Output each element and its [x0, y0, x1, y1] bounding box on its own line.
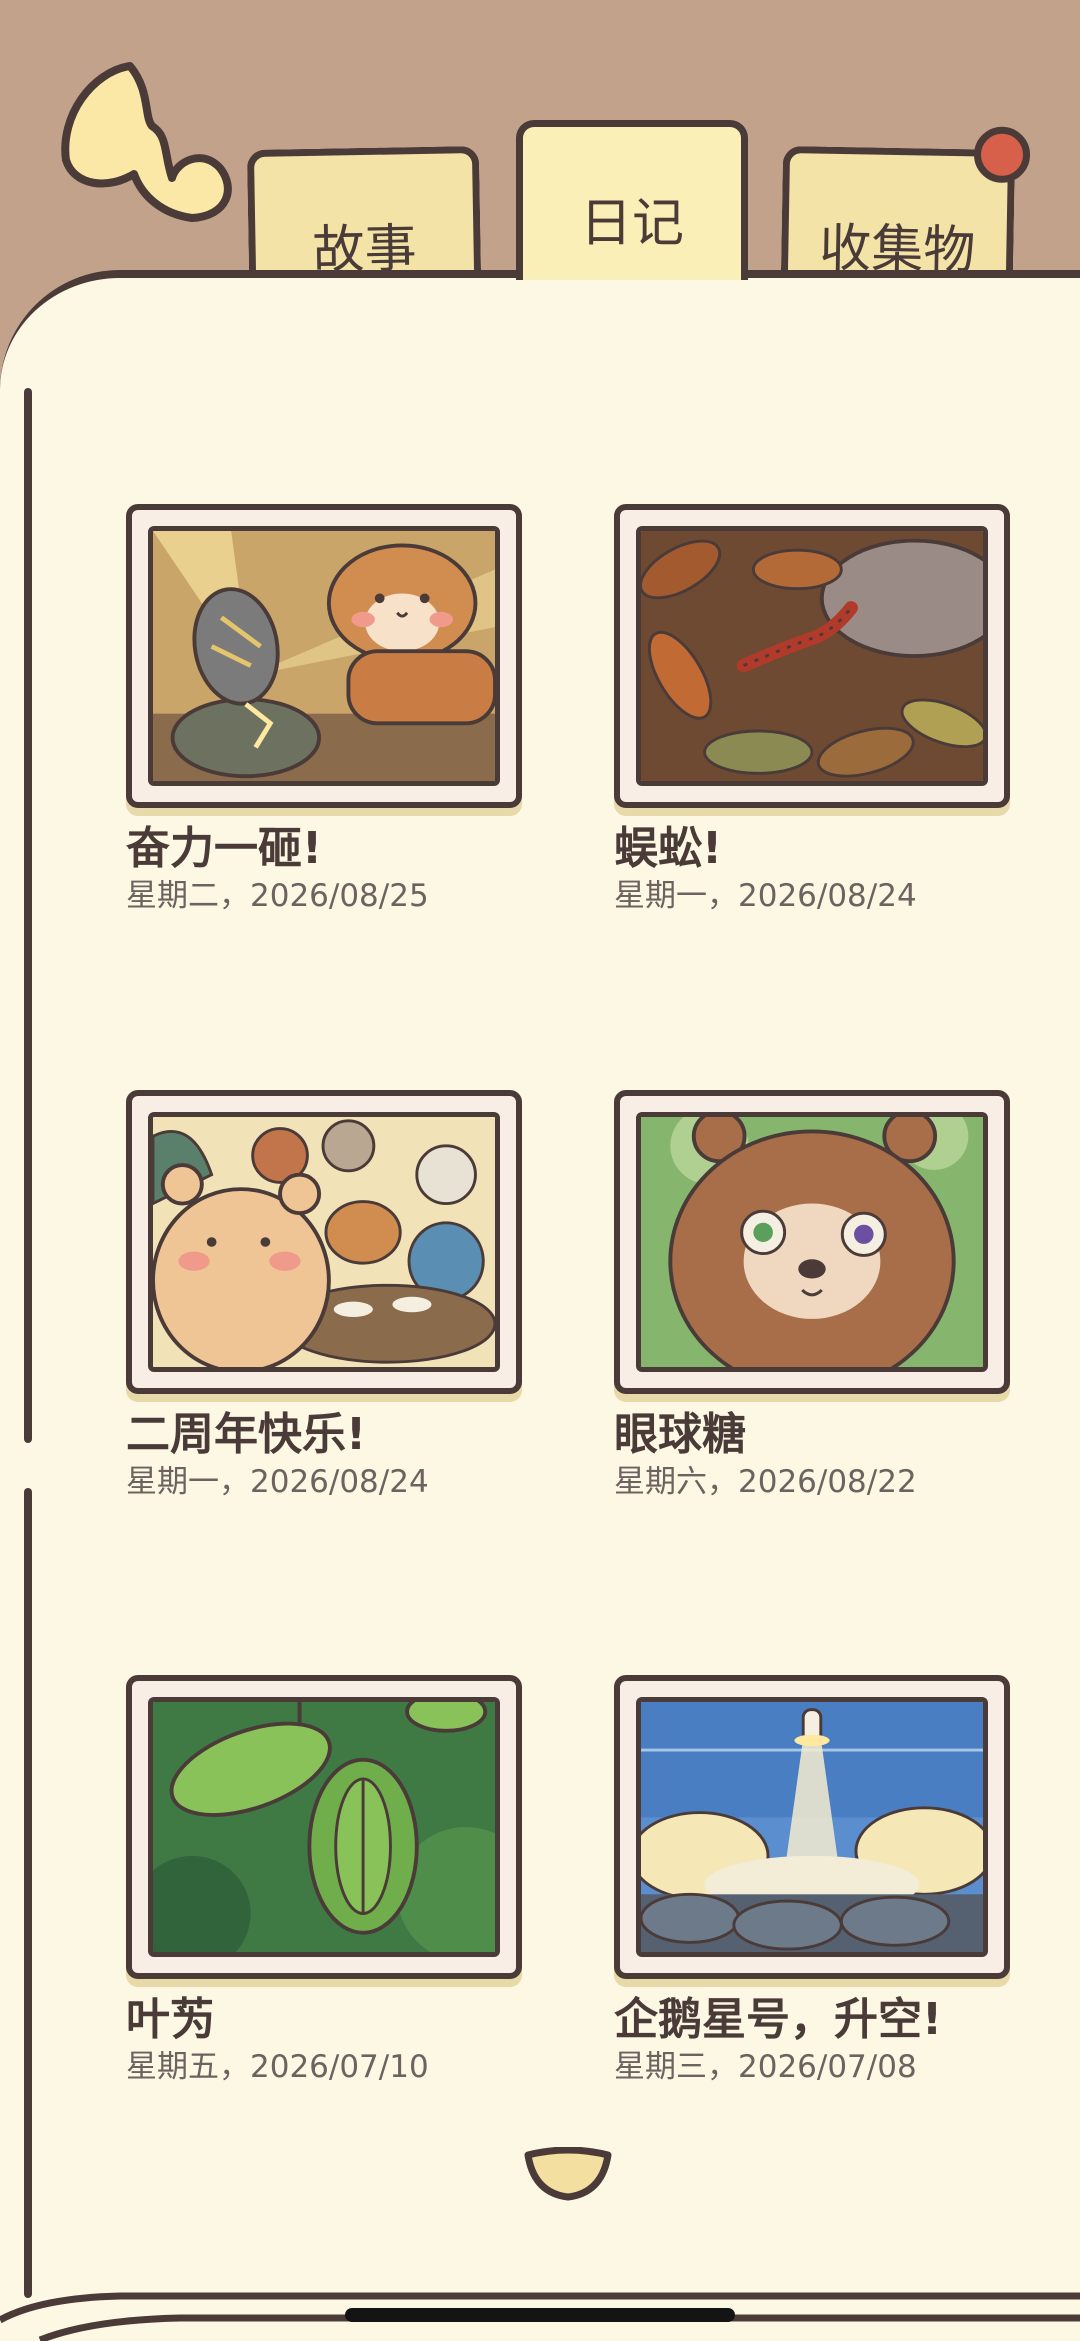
- entry-date: 星期三，2026/07/08: [614, 2049, 917, 2085]
- diary-entry[interactable]: 眼球糖 星期六，2026/08/22: [614, 1090, 1014, 1502]
- photo-frame: [126, 504, 522, 808]
- photo-frame: [126, 1090, 522, 1394]
- rocket-launch-image: [636, 1697, 988, 1957]
- photo-frame: [614, 1675, 1010, 1979]
- entry-date: 星期五，2026/07/10: [126, 2049, 429, 2085]
- entry-date: 星期一，2026/08/24: [614, 878, 917, 914]
- entry-title: 企鹅星号，升空!: [614, 1994, 943, 2045]
- diary-entry[interactable]: 蜈蚣! 星期一，2026/08/24: [614, 504, 1014, 916]
- entry-date: 星期二，2026/08/25: [126, 878, 429, 914]
- entry-date: 星期六，2026/08/22: [614, 1464, 917, 1500]
- entry-title: 二周年快乐!: [126, 1409, 367, 1460]
- tab-diary-label: 日记: [579, 194, 684, 254]
- page-spine-line: [24, 388, 32, 1443]
- anniversary-party-image: [148, 1112, 500, 1372]
- diary-entry[interactable]: 叶𫇭 星期五，2026/07/10: [126, 1675, 526, 2087]
- entry-title: 奋力一砸!: [126, 823, 323, 874]
- diary-entry[interactable]: 二周年快乐! 星期一，2026/08/24: [126, 1090, 526, 1502]
- entry-title: 蜈蚣!: [614, 823, 723, 874]
- photo-frame: [614, 1090, 1010, 1394]
- entry-title: 叶𫇭: [126, 1994, 214, 2045]
- centipede-in-leaves-image: [636, 526, 988, 786]
- entry-date: 星期一，2026/08/24: [126, 1464, 429, 1500]
- tab-story[interactable]: 故事: [246, 145, 482, 281]
- tab-collectibles[interactable]: 收集物: [780, 126, 1031, 281]
- leaf-insect-image: [148, 1697, 500, 1957]
- entry-title: 眼球糖: [614, 1409, 746, 1460]
- home-indicator[interactable]: [345, 2308, 735, 2322]
- diary-entry[interactable]: 奋力一砸! 星期二，2026/08/25: [126, 504, 526, 916]
- diary-page: 奋力一砸! 星期二，2026/08/25 蜈蚣! 星期一，2026/08/24 …: [0, 270, 1080, 2341]
- page-spine-line: [24, 1488, 32, 2298]
- diary-entry[interactable]: 企鹅星号，升空! 星期三，2026/07/08: [614, 1675, 1014, 2087]
- chevron-down-icon[interactable]: [522, 2147, 614, 2203]
- bear-eyeball-candy-image: [636, 1112, 988, 1372]
- tab-diary[interactable]: 日记: [516, 120, 748, 280]
- squirrel-smashing-rock-image: [148, 526, 500, 786]
- back-arrow-icon[interactable]: [52, 56, 242, 226]
- photo-frame: [614, 504, 1010, 808]
- photo-frame: [126, 1675, 522, 1979]
